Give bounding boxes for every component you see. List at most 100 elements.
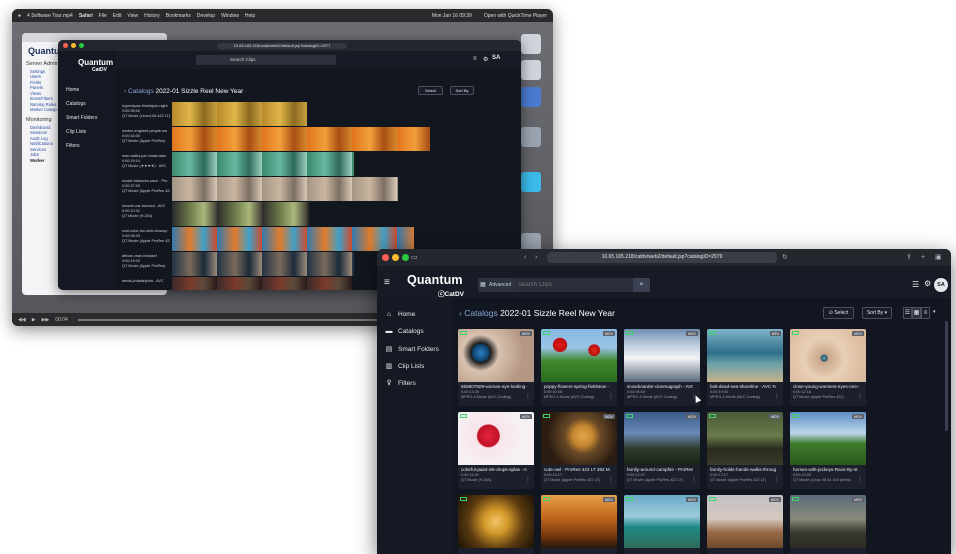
sidebar-toggle-icon[interactable]: ▭ bbox=[411, 252, 418, 263]
mid-crumb-link[interactable]: ‹ Catalogs bbox=[124, 88, 154, 95]
menu-help[interactable]: Help bbox=[245, 13, 255, 19]
menu-icon[interactable]: ☰ bbox=[912, 280, 919, 289]
tabs-overview-icon[interactable]: ▣ bbox=[935, 252, 942, 263]
mid-filmstrip[interactable] bbox=[172, 177, 398, 201]
clip-thumbnail[interactable] bbox=[624, 329, 700, 382]
menu-bookmarks[interactable]: Bookmarks bbox=[166, 13, 191, 19]
more-options-icon[interactable]: ⋮ bbox=[857, 393, 863, 400]
mid-filmstrip[interactable] bbox=[172, 252, 354, 276]
mid-filmstrip[interactable] bbox=[172, 102, 307, 126]
clip-card[interactable]: MOV bbox=[790, 495, 866, 554]
clip-card[interactable]: MOV close-young-womens-eyes-one-s 0:00:12:… bbox=[790, 329, 866, 406]
sort-by-button[interactable]: Sort By ▾ bbox=[862, 307, 892, 319]
avatar[interactable]: SA bbox=[934, 278, 948, 292]
clip-card[interactable]: MOV poppy-flowers-spring-fieldstow -0:00:… bbox=[541, 329, 617, 406]
sidebar-item-smart-folders[interactable]: ▤ Smart Folders bbox=[385, 345, 439, 354]
new-tab-icon[interactable]: + bbox=[921, 252, 925, 263]
hamburger-icon[interactable]: ≡ bbox=[384, 277, 390, 288]
menu-history[interactable]: History bbox=[144, 13, 160, 19]
mid-filmstrip[interactable] bbox=[172, 277, 352, 290]
clip-thumbnail[interactable] bbox=[624, 412, 700, 465]
sidebar-item-clip-lists[interactable]: ▥ Clip Lists bbox=[385, 362, 425, 371]
mid-nav-item[interactable]: Filters bbox=[58, 137, 116, 151]
minimize-icon[interactable] bbox=[71, 43, 76, 48]
clip-thumbnail[interactable] bbox=[707, 329, 783, 382]
mid-sort-button[interactable]: Sort By bbox=[450, 86, 474, 95]
more-options-icon[interactable]: ⋮ bbox=[691, 476, 697, 483]
clip-card[interactable]: MOV cute-owl - ProRes 422 LT 352 Mb 0:00:1… bbox=[541, 412, 617, 489]
mid-clip-row[interactable]: hyperlapse-timelapse-night 0:00:08:02 QT M… bbox=[122, 102, 517, 126]
mid-clip-row[interactable]: model-balances-save - Pro 0:00:27:09 QT Mo… bbox=[122, 177, 517, 201]
clip-thumbnail[interactable] bbox=[624, 495, 700, 548]
more-options-icon[interactable]: ⋮ bbox=[608, 476, 614, 483]
sidebar-item-catalogs[interactable]: ▬ Catalogs bbox=[385, 328, 424, 335]
clip-thumbnail[interactable] bbox=[541, 329, 617, 382]
select-button[interactable]: ⊙ Select bbox=[823, 307, 854, 319]
clip-card[interactable] bbox=[458, 495, 534, 554]
mid-nav-item[interactable]: Home bbox=[58, 81, 116, 95]
folder-icon[interactable] bbox=[521, 60, 541, 80]
clip-thumbnail[interactable] bbox=[458, 412, 534, 465]
url-bar[interactable]: 10.65.165.218/catdv/web2/default.jsp?cat… bbox=[547, 252, 777, 263]
clip-card[interactable]: MOV bbox=[624, 495, 700, 554]
clip-thumbnail[interactable] bbox=[707, 412, 783, 465]
menu-edit[interactable]: Edit bbox=[113, 13, 122, 19]
close-icon[interactable] bbox=[63, 43, 68, 48]
clip-card[interactable]: MOV snowboarder-cinemagraph - AVC 0:00:06:… bbox=[624, 329, 700, 406]
mid-nav-item[interactable]: Clip Lists bbox=[58, 123, 116, 137]
playback-scrubber[interactable] bbox=[77, 318, 378, 321]
play-icon[interactable]: ▶ bbox=[32, 317, 36, 323]
image-icon[interactable] bbox=[521, 172, 541, 192]
sidebar-item-filters[interactable]: ⊽ Filters bbox=[385, 379, 415, 388]
more-options-icon[interactable]: ⋮ bbox=[774, 393, 780, 400]
clip-card[interactable]: MOV family-around-campfire - ProRes 0:00:1… bbox=[624, 412, 700, 489]
search-input[interactable] bbox=[515, 278, 633, 292]
menu-window[interactable]: Window bbox=[221, 13, 239, 19]
mid-url-bar[interactable]: 10.65.165.218/catdv/web2/default.jsp?cat… bbox=[217, 42, 347, 49]
mid-filmstrip[interactable] bbox=[172, 202, 309, 226]
clip-card[interactable]: MOV horses-with-jockeys-Race-By-st 0:00:13… bbox=[790, 412, 866, 489]
scrollbar[interactable] bbox=[945, 321, 948, 431]
mid-avatar[interactable]: SA bbox=[492, 55, 500, 61]
apple-icon[interactable]: ● bbox=[18, 13, 21, 19]
gear-icon[interactable]: ⚙ bbox=[924, 279, 931, 288]
mid-clip-row[interactable]: london-england-people-wa 0:00:18:00 QT Mov… bbox=[122, 127, 517, 151]
rewind-icon[interactable]: ◀◀ bbox=[18, 317, 26, 323]
mid-filmstrip[interactable] bbox=[172, 227, 414, 251]
reload-icon[interactable]: ↻ bbox=[782, 252, 788, 263]
clip-thumbnail[interactable] bbox=[458, 329, 534, 382]
share-icon[interactable]: ⇪ bbox=[906, 252, 912, 263]
clip-card[interactable]: MOV 555807509-woman-eye-looking- 0:00:13:2… bbox=[458, 329, 534, 406]
minimize-icon[interactable] bbox=[392, 254, 399, 261]
view-dropdown-icon[interactable]: ▾ bbox=[933, 309, 936, 315]
clip-thumbnail[interactable] bbox=[790, 495, 866, 548]
clip-thumbnail[interactable] bbox=[541, 495, 617, 548]
clip-thumbnail[interactable] bbox=[790, 412, 866, 465]
clip-thumbnail[interactable] bbox=[458, 495, 534, 548]
mid-menu-icon[interactable]: ≡ bbox=[473, 56, 477, 62]
search-button[interactable]: ⌕ bbox=[633, 278, 650, 292]
clip-thumbnail[interactable] bbox=[707, 495, 783, 548]
menu-safari[interactable]: Safari bbox=[79, 13, 93, 19]
more-options-icon[interactable]: ⋮ bbox=[525, 393, 531, 400]
sidebar-item-home[interactable]: ⌂ Home bbox=[385, 311, 415, 318]
clip-card[interactable]: MOV bbox=[541, 495, 617, 554]
mid-filmstrip[interactable] bbox=[172, 152, 354, 176]
zoom-icon[interactable] bbox=[79, 43, 84, 48]
app-icon[interactable] bbox=[521, 87, 541, 107]
more-options-icon[interactable]: ⋮ bbox=[774, 476, 780, 483]
menu-view[interactable]: View bbox=[127, 13, 138, 19]
document-icon[interactable] bbox=[521, 127, 541, 147]
clip-card[interactable]: MOV bbox=[707, 495, 783, 554]
mid-search-input[interactable]: Search Clips bbox=[196, 55, 336, 65]
mid-clip-row[interactable]: man-walks-join-boats-lake 0:00:19:14 QT Mo… bbox=[122, 152, 517, 176]
menu-file[interactable]: File bbox=[99, 13, 107, 19]
grid-view-icon[interactable]: ▦ bbox=[912, 307, 921, 319]
mid-clip-row[interactable]: muscle-car-burnout - AVC 0:00:10:01 QT Mov… bbox=[122, 202, 517, 226]
zoom-icon[interactable] bbox=[402, 254, 409, 261]
menu-develop[interactable]: Develop bbox=[197, 13, 215, 19]
forward-arrow-icon[interactable]: › bbox=[535, 252, 537, 263]
mid-filmstrip[interactable] bbox=[172, 127, 430, 151]
close-icon[interactable] bbox=[382, 254, 389, 261]
mid-nav-item[interactable]: Smart Folders bbox=[58, 109, 116, 123]
